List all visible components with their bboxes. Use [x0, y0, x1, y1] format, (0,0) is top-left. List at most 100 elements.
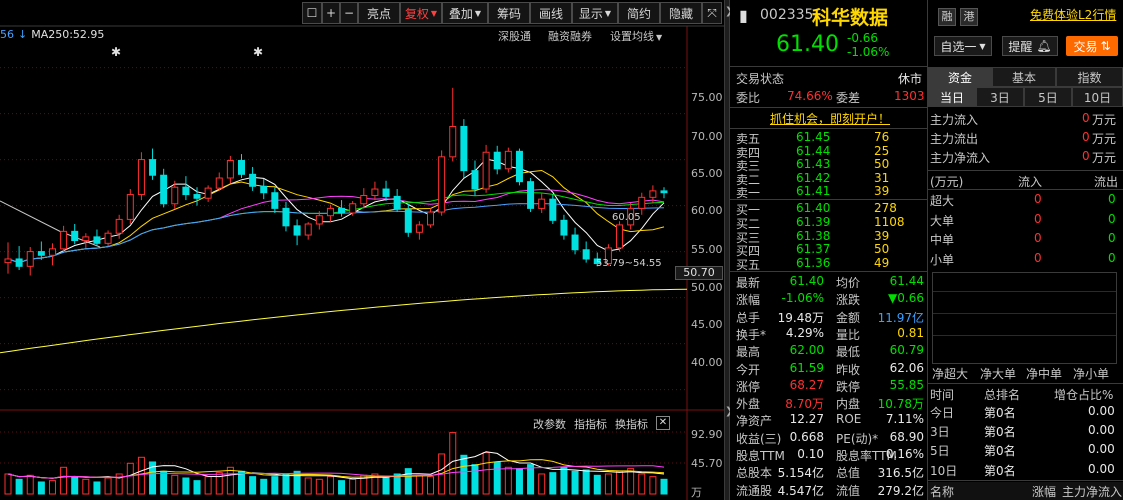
price-tick: 65.00: [691, 167, 723, 180]
volume-bar: [360, 474, 368, 495]
event-star-icon[interactable]: ✱: [111, 45, 121, 59]
divider: [730, 66, 928, 67]
tab-5day[interactable]: 5日: [1024, 87, 1072, 107]
volume-bar: [571, 470, 579, 495]
promo-link[interactable]: 抓住机会，即刻开户！: [730, 110, 928, 126]
chips-button[interactable]: 筹码: [488, 2, 530, 24]
tab-today[interactable]: 当日: [928, 87, 976, 107]
volume-bar: [193, 480, 201, 495]
ask-price[interactable]: 61.43: [796, 157, 830, 171]
sector-head-change: 涨幅: [1032, 485, 1057, 499]
simple-button[interactable]: 简约: [618, 2, 660, 24]
candle-body: [338, 207, 346, 214]
lock-icon[interactable]: ☐: [302, 2, 322, 24]
ask-price[interactable]: 61.42: [796, 171, 830, 185]
stat-value: 0.81: [897, 325, 924, 340]
ask-price[interactable]: 61.44: [796, 144, 830, 158]
stat-label: 最低: [836, 345, 861, 360]
collapse-icon[interactable]: ⤧: [702, 2, 722, 24]
volume-bar: [582, 469, 590, 495]
candle-body: [4, 258, 12, 264]
stat-label: 总股本: [736, 466, 773, 481]
tab-basic[interactable]: 基本: [992, 67, 1056, 87]
draw-line-button[interactable]: 画线: [530, 2, 572, 24]
outflow-header: 流出: [1094, 175, 1119, 189]
volume-bar: [4, 473, 12, 495]
candle-body: [582, 249, 590, 260]
bid-price[interactable]: 61.38: [796, 229, 830, 243]
volume-bar: [438, 453, 446, 495]
close-indicator-icon[interactable]: ✕: [656, 416, 670, 430]
order-diff-label: 委差: [836, 91, 861, 105]
bid-price[interactable]: 61.36: [796, 256, 830, 270]
watchlist-button[interactable]: 自选一 ▼: [934, 36, 992, 56]
bid-price[interactable]: 61.40: [796, 201, 830, 215]
margin-link[interactable]: 融资融券: [548, 28, 592, 44]
bid-price[interactable]: 61.39: [796, 215, 830, 229]
ask-row: 卖四 61.44 25: [730, 144, 928, 160]
ask-price[interactable]: 61.45: [796, 130, 830, 144]
ma10-line: [7, 169, 665, 264]
hide-button[interactable]: 隐藏: [660, 2, 702, 24]
display-button[interactable]: 显示 ▼: [572, 2, 618, 24]
stat-label: ROE: [836, 412, 862, 427]
bid-volume: 49: [874, 256, 890, 271]
bell-icon: 🔔︎: [1036, 39, 1052, 53]
volume-bar: [115, 473, 123, 495]
stat-row: 涨幅 -1.06% 涨跌 ▼0.66: [730, 291, 928, 307]
rank-row: 10日 第0名 0.00: [928, 461, 1123, 479]
stat-value: 68.27: [789, 377, 824, 392]
candle-body: [649, 190, 657, 198]
bid-row: 买四 61.37 50: [730, 242, 928, 258]
stat-value: 279.2亿: [877, 483, 924, 498]
candle-body: [515, 150, 523, 183]
candle-body: [349, 203, 357, 214]
adjust-button[interactable]: 复权 ▼: [400, 2, 442, 24]
stat-value: 55.85: [889, 377, 924, 392]
volume-bar: [37, 481, 45, 495]
volume-bar: [504, 466, 512, 495]
candle-body: [171, 186, 179, 205]
volume-bar: [137, 456, 145, 495]
volume-bar: [15, 478, 23, 495]
trend-line: [0, 200, 101, 248]
add-indicator-link[interactable]: 指指标: [574, 416, 607, 432]
promo-text[interactable]: 抓住机会，即刻开户！: [770, 110, 890, 127]
hk-badge[interactable]: 港: [960, 8, 978, 26]
free-l2-link[interactable]: 免费体验L2行情: [1030, 6, 1116, 23]
trade-button[interactable]: 交易 ⇅: [1066, 36, 1118, 56]
volume-bar: [560, 466, 568, 495]
stat-value: 60.79: [889, 343, 924, 358]
chart-area[interactable]: ☐ + − 亮点 复权 ▼ 叠加 ▼ 筹码 画线 显示 ▼ 简约 隐藏 ⤧ 56 ↓ MA…: [0, 0, 724, 500]
ma-settings-link[interactable]: 设置均线 ▼: [610, 28, 662, 44]
tab-funds[interactable]: 资金: [928, 67, 992, 87]
edit-params-link[interactable]: 改参数: [533, 416, 566, 432]
bid-price[interactable]: 61.37: [796, 242, 830, 256]
flow-size-label: 中单: [930, 233, 955, 247]
overlay-button[interactable]: 叠加 ▼: [442, 2, 488, 24]
stat-label: 今开: [736, 362, 761, 377]
highlights-button[interactable]: 亮点: [358, 2, 400, 24]
dropdown-arrow-icon: ▼: [430, 8, 438, 18]
menu-bar-icon[interactable]: ▮: [739, 7, 748, 27]
margin-badge[interactable]: 融: [938, 8, 956, 26]
stat-value: 5.154亿: [777, 466, 824, 481]
minus-icon[interactable]: −: [340, 2, 358, 24]
plus-icon[interactable]: +: [322, 2, 340, 24]
tab-10day[interactable]: 10日: [1072, 87, 1123, 107]
tab-index[interactable]: 指数: [1056, 67, 1123, 87]
tab-3day[interactable]: 3日: [976, 87, 1024, 107]
candle-body: [137, 159, 145, 196]
volume-bar: [126, 462, 134, 495]
ma250-line: [0, 288, 688, 354]
event-star-icon[interactable]: ✱: [253, 45, 263, 59]
ask-price[interactable]: 61.41: [796, 184, 830, 198]
rank-value: 第0名: [984, 444, 1016, 459]
stat-value: 61.44: [889, 274, 924, 288]
remind-button[interactable]: 提醒 🔔︎: [1002, 36, 1058, 56]
candle-body: [393, 195, 401, 210]
candle-body: [26, 251, 34, 267]
hk-connect-link[interactable]: 深股通: [498, 28, 531, 44]
switch-indicator-link[interactable]: 换指标: [615, 416, 648, 432]
outflow-value: 0: [1108, 192, 1116, 206]
